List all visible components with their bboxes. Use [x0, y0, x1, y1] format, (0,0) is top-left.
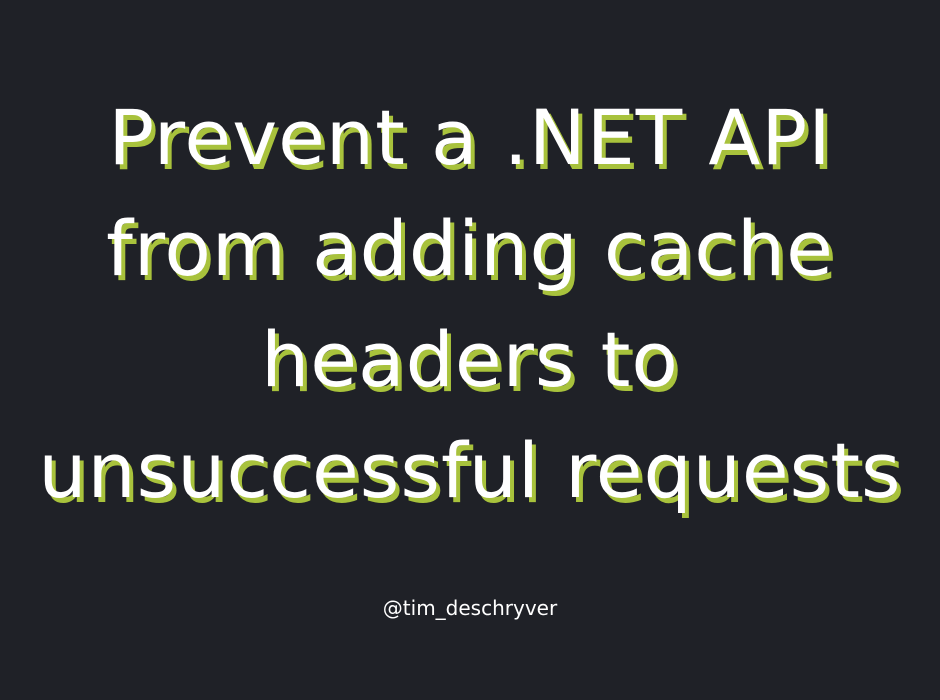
title-card: Prevent a .NET API from adding cache hea…	[0, 0, 940, 700]
headline-line-1: Prevent a .NET API	[108, 93, 832, 182]
headline-line-4: unsuccessful requests	[38, 426, 902, 515]
headline: Prevent a .NET API from adding cache hea…	[0, 82, 940, 526]
author-handle: @tim_deschryver	[382, 596, 558, 620]
headline-line-3: headers to	[261, 315, 679, 404]
headline-line-2: from adding cache	[106, 204, 834, 293]
